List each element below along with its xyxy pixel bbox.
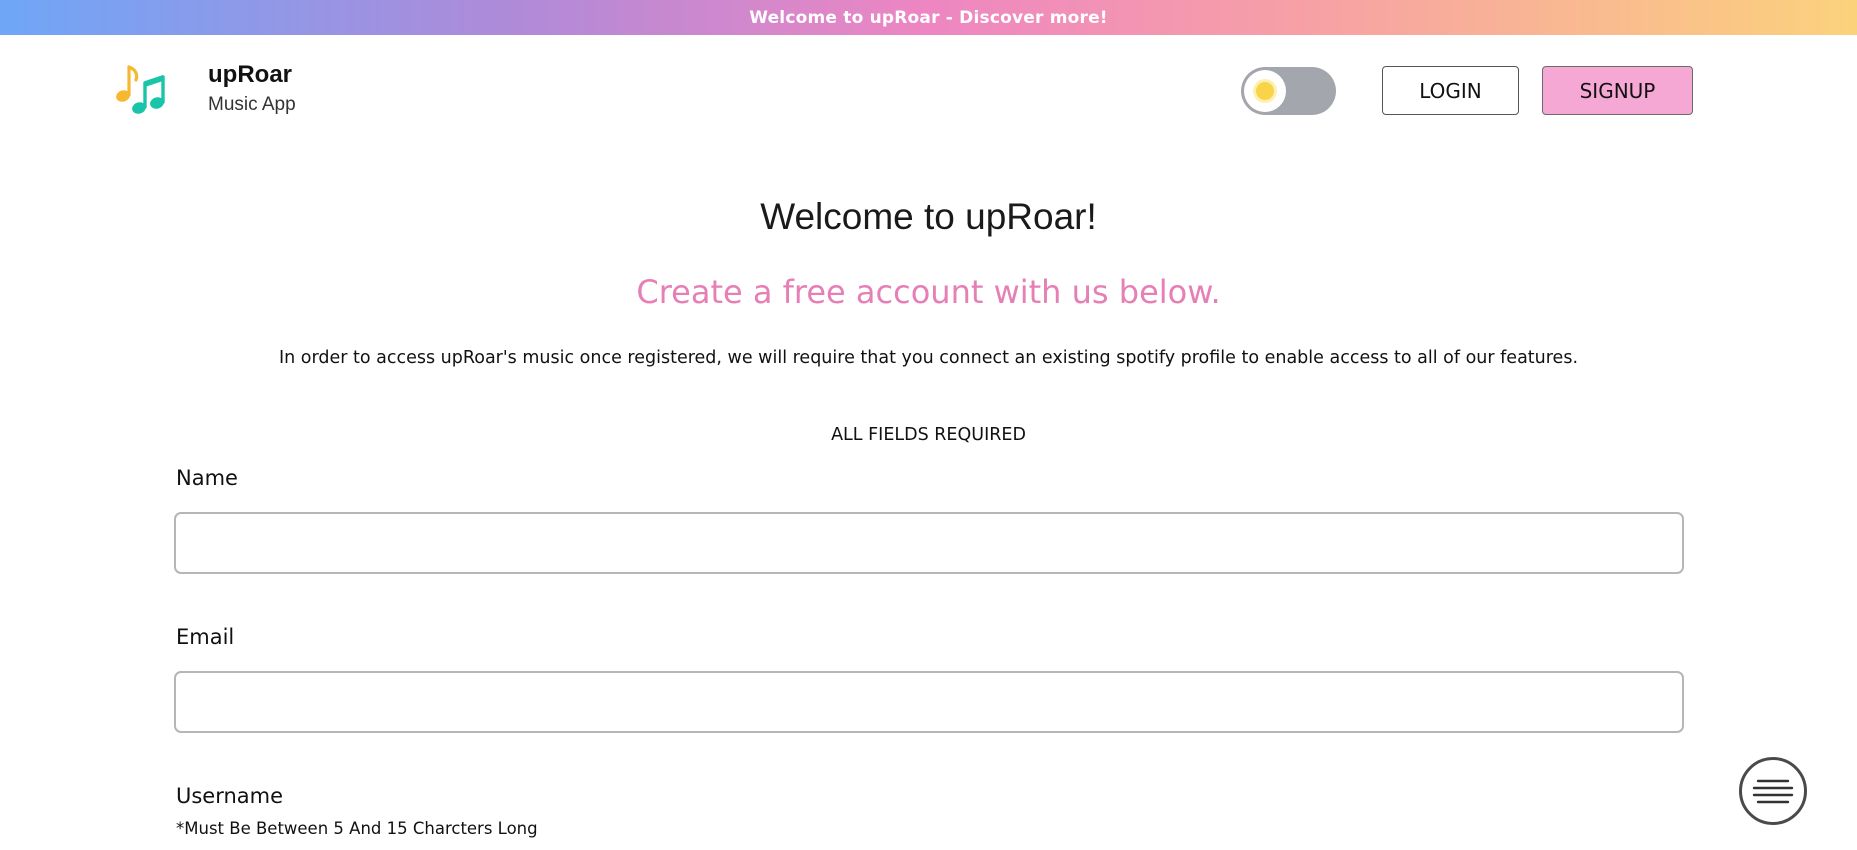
login-button[interactable]: LOGIN xyxy=(1382,66,1519,115)
name-label: Name xyxy=(176,466,238,490)
site-header: upRoar Music App LOGIN SIGNUP xyxy=(0,35,1857,145)
username-hint: *Must Be Between 5 And 15 Charcters Long xyxy=(176,819,538,838)
signup-button[interactable]: SIGNUP xyxy=(1542,66,1693,115)
sun-icon xyxy=(1256,82,1274,100)
menu-button[interactable] xyxy=(1739,757,1807,825)
name-input[interactable] xyxy=(174,512,1684,574)
email-label: Email xyxy=(176,625,235,649)
banner-text[interactable]: Welcome to upRoar - Discover more! xyxy=(749,8,1108,28)
username-label: Username xyxy=(176,784,284,808)
brand-name[interactable]: upRoar xyxy=(208,61,296,89)
required-fields-note: ALL FIELDS REQUIRED xyxy=(831,425,1026,445)
create-account-subheading: Create a free account with us below. xyxy=(636,273,1221,311)
brand: upRoar Music App xyxy=(208,61,296,117)
menu-icon xyxy=(1752,779,1794,804)
registration-description: In order to access upRoar's music once r… xyxy=(278,348,1579,368)
toggle-knob xyxy=(1244,70,1286,112)
music-notes-icon[interactable] xyxy=(112,59,168,115)
email-input[interactable] xyxy=(174,671,1684,733)
welcome-heading: Welcome to upRoar! xyxy=(760,196,1097,237)
top-banner: Welcome to upRoar - Discover more! xyxy=(0,0,1857,35)
theme-toggle[interactable] xyxy=(1241,67,1336,115)
brand-subtitle: Music App xyxy=(208,94,296,115)
